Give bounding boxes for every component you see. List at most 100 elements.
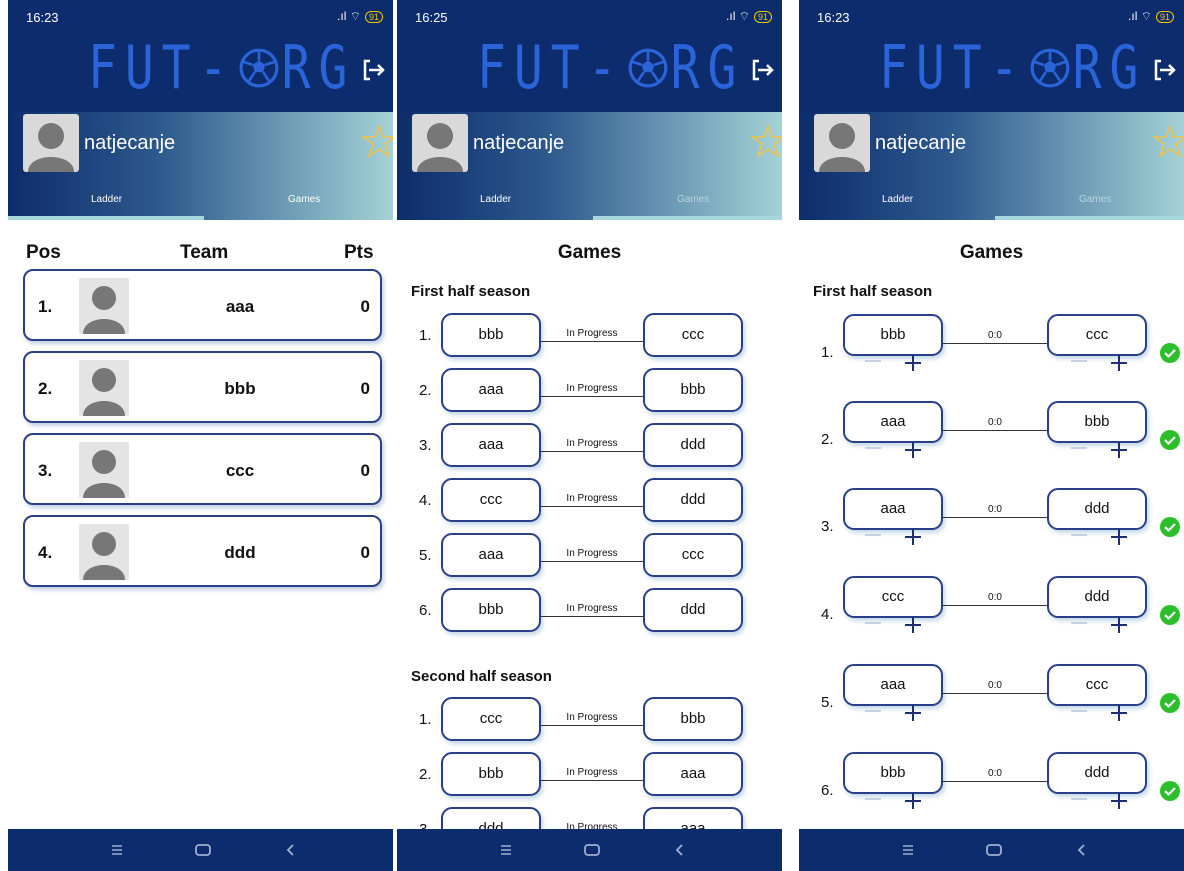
away-minus-button[interactable] (1071, 360, 1087, 362)
ladder-team: aaa (225, 297, 255, 316)
game-row[interactable]: 1. bbb In Progress ccc (397, 313, 782, 359)
home-team[interactable]: bbb (441, 313, 541, 357)
home-minus-button[interactable] (865, 534, 881, 536)
tab-ladder[interactable]: Ladder (882, 194, 913, 205)
check-icon[interactable] (1159, 516, 1181, 538)
away-minus-button[interactable] (1071, 622, 1087, 624)
away-plus-button[interactable] (1111, 442, 1127, 458)
tab-ladder[interactable]: Ladder (91, 194, 122, 205)
away-plus-button[interactable] (1111, 617, 1127, 633)
back-icon[interactable] (280, 839, 302, 861)
away-team[interactable]: ddd (1047, 488, 1147, 530)
home-team[interactable]: ccc (441, 478, 541, 522)
menu-icon[interactable] (106, 839, 128, 861)
back-icon[interactable] (1071, 839, 1093, 861)
home-icon[interactable] (983, 839, 1005, 861)
away-team[interactable]: ccc (643, 313, 743, 357)
game-row[interactable]: 3. aaa 0:0 ddd (799, 488, 1184, 558)
home-minus-button[interactable] (865, 798, 881, 800)
game-row[interactable]: 5. aaa 0:0 ccc (799, 664, 1184, 734)
home-icon[interactable] (192, 839, 214, 861)
home-team[interactable]: bbb (843, 752, 943, 794)
game-row[interactable]: 2. aaa 0:0 bbb (799, 401, 1184, 471)
menu-icon[interactable] (495, 839, 517, 861)
check-icon[interactable] (1159, 429, 1181, 451)
game-row[interactable]: 2. bbb In Progress aaa (397, 752, 782, 798)
tab-games[interactable]: Games (677, 194, 709, 205)
check-icon[interactable] (1159, 604, 1181, 626)
away-team[interactable]: ddd (1047, 576, 1147, 618)
home-team[interactable]: bbb (441, 588, 541, 632)
home-plus-button[interactable] (905, 442, 921, 458)
soccer-ball-icon (628, 48, 668, 88)
away-plus-button[interactable] (1111, 529, 1127, 545)
game-row[interactable]: 2. aaa In Progress bbb (397, 368, 782, 414)
tab-ladder[interactable]: Ladder (480, 194, 511, 205)
check-icon[interactable] (1159, 342, 1181, 364)
away-team[interactable]: ddd (643, 588, 743, 632)
game-score: 0:0 (988, 417, 1002, 428)
game-row[interactable]: 3. aaa In Progress ddd (397, 423, 782, 469)
away-plus-button[interactable] (1111, 793, 1127, 809)
game-row[interactable]: 5. aaa In Progress ccc (397, 533, 782, 579)
away-minus-button[interactable] (1071, 534, 1087, 536)
home-team[interactable]: aaa (843, 488, 943, 530)
game-row[interactable]: 1. bbb 0:0 ccc (799, 314, 1184, 384)
tab-games[interactable]: Games (288, 194, 320, 205)
ladder-row[interactable]: 2. bbb 0 (23, 351, 382, 423)
away-team[interactable]: ccc (1047, 664, 1147, 706)
away-team[interactable]: ddd (643, 423, 743, 467)
home-plus-button[interactable] (905, 355, 921, 371)
away-team[interactable]: ccc (643, 533, 743, 577)
away-team[interactable]: bbb (643, 368, 743, 412)
away-team[interactable]: bbb (1047, 401, 1147, 443)
home-plus-button[interactable] (905, 793, 921, 809)
ladder-row[interactable]: 1. aaa 0 (23, 269, 382, 341)
away-team[interactable]: bbb (643, 697, 743, 741)
away-minus-button[interactable] (1071, 710, 1087, 712)
back-icon[interactable] (669, 839, 691, 861)
home-team[interactable]: ccc (441, 697, 541, 741)
home-team[interactable]: aaa (441, 368, 541, 412)
home-team[interactable]: bbb (441, 752, 541, 796)
game-row[interactable]: 4. ccc 0:0 ddd (799, 576, 1184, 646)
home-plus-button[interactable] (905, 617, 921, 633)
home-minus-button[interactable] (865, 622, 881, 624)
logout-icon[interactable] (359, 56, 387, 84)
game-row[interactable]: 6. bbb In Progress ddd (397, 588, 782, 634)
check-icon[interactable] (1159, 780, 1181, 802)
home-plus-button[interactable] (905, 529, 921, 545)
star-icon[interactable] (1152, 124, 1184, 160)
away-minus-button[interactable] (1071, 447, 1087, 449)
away-team[interactable]: aaa (643, 752, 743, 796)
tab-games[interactable]: Games (1079, 194, 1111, 205)
away-plus-button[interactable] (1111, 355, 1127, 371)
home-icon[interactable] (581, 839, 603, 861)
game-row[interactable]: 4. ccc In Progress ddd (397, 478, 782, 524)
logout-icon[interactable] (1150, 56, 1178, 84)
away-plus-button[interactable] (1111, 705, 1127, 721)
away-minus-button[interactable] (1071, 798, 1087, 800)
home-minus-button[interactable] (865, 710, 881, 712)
game-row[interactable]: 6. bbb 0:0 ddd (799, 752, 1184, 822)
game-row[interactable]: 1. ccc In Progress bbb (397, 697, 782, 743)
home-team[interactable]: bbb (843, 314, 943, 356)
home-minus-button[interactable] (865, 360, 881, 362)
ladder-row[interactable]: 4. ddd 0 (23, 515, 382, 587)
check-icon[interactable] (1159, 692, 1181, 714)
home-plus-button[interactable] (905, 705, 921, 721)
home-minus-button[interactable] (865, 447, 881, 449)
away-team[interactable]: ddd (643, 478, 743, 522)
home-team[interactable]: aaa (441, 533, 541, 577)
away-team[interactable]: ccc (1047, 314, 1147, 356)
star-icon[interactable] (361, 124, 393, 160)
home-team[interactable]: aaa (843, 664, 943, 706)
menu-icon[interactable] (897, 839, 919, 861)
home-team[interactable]: aaa (843, 401, 943, 443)
home-team[interactable]: aaa (441, 423, 541, 467)
star-icon[interactable] (750, 124, 782, 160)
ladder-row[interactable]: 3. ccc 0 (23, 433, 382, 505)
away-team[interactable]: ddd (1047, 752, 1147, 794)
home-team[interactable]: ccc (843, 576, 943, 618)
logout-icon[interactable] (748, 56, 776, 84)
